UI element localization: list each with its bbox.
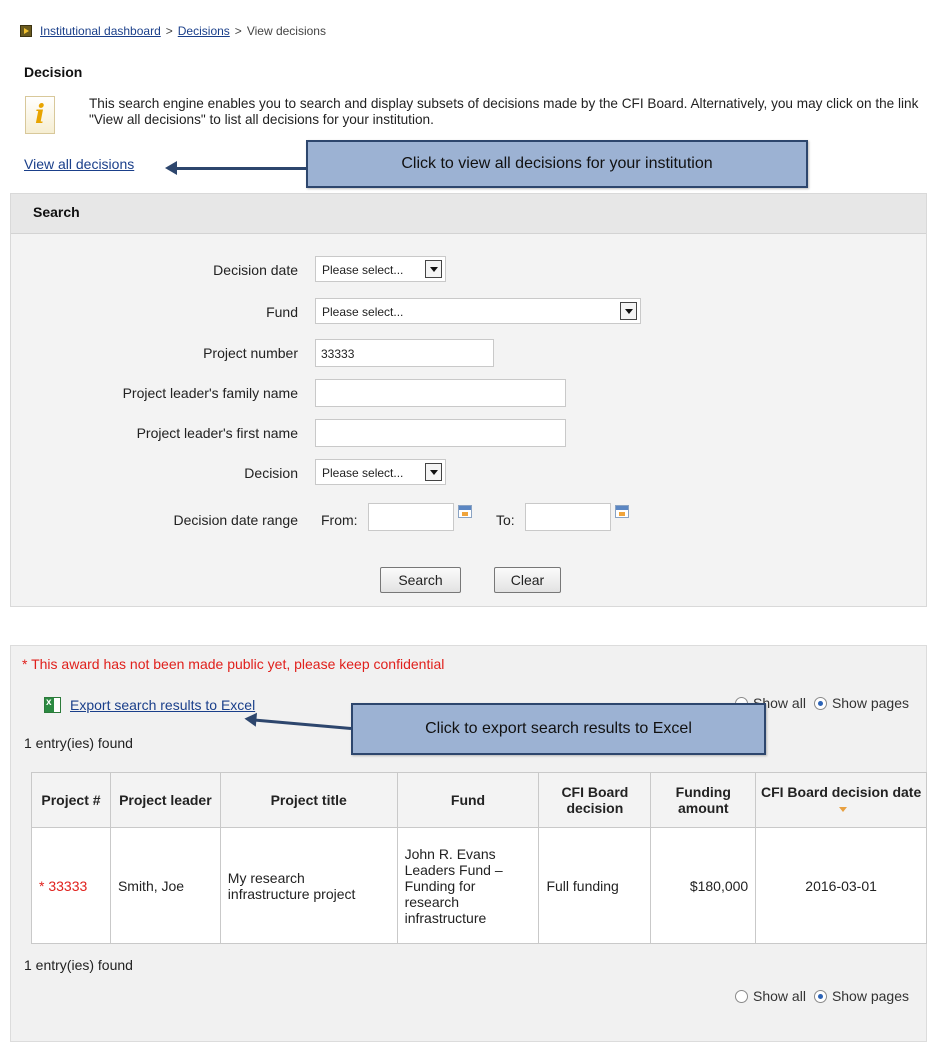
decision-label: Decision bbox=[244, 465, 298, 481]
view-options-bottom: Show all Show pages bbox=[735, 988, 909, 1004]
chevron-down-icon[interactable] bbox=[425, 260, 442, 278]
decision-date-label: Decision date bbox=[213, 262, 298, 278]
chevron-down-icon[interactable] bbox=[620, 302, 637, 320]
cell-amount: $180,000 bbox=[650, 827, 757, 944]
calendar-icon[interactable] bbox=[458, 505, 472, 518]
project-number-value: 33333 bbox=[48, 877, 88, 894]
show-pages-label: Show pages bbox=[831, 695, 909, 711]
confidential-note: * This award has not been made public ye… bbox=[22, 656, 445, 672]
first-name-label: Project leader's first name bbox=[136, 425, 298, 441]
family-name-label: Project leader's family name bbox=[122, 385, 298, 401]
chevron-down-icon[interactable] bbox=[425, 463, 442, 481]
info-icon: i bbox=[25, 96, 55, 134]
breadcrumb-decisions[interactable]: Decisions bbox=[178, 24, 230, 38]
breadcrumb-separator: > bbox=[234, 24, 242, 38]
column-header-fund[interactable]: Fund bbox=[396, 772, 540, 828]
callout-arrow bbox=[165, 161, 306, 175]
show-all-label: Show all bbox=[753, 988, 806, 1004]
cell-project-number[interactable]: * 33333 bbox=[31, 827, 111, 944]
search-button[interactable]: Search bbox=[380, 567, 461, 593]
export-to-excel-link[interactable]: Export search results to Excel bbox=[70, 697, 255, 713]
cell-title: My research infrastructure project bbox=[219, 827, 398, 944]
from-date-input[interactable] bbox=[368, 503, 454, 531]
cell-date: 2016-03-01 bbox=[755, 827, 927, 944]
first-name-input[interactable] bbox=[315, 419, 566, 447]
show-pages-radio[interactable] bbox=[813, 989, 827, 1003]
callout-export: Click to export search results to Excel bbox=[351, 703, 766, 755]
to-label: To: bbox=[496, 512, 515, 528]
date-range-label: Decision date range bbox=[173, 512, 298, 528]
confidential-marker: * bbox=[39, 877, 45, 894]
cell-decision: Full funding bbox=[538, 827, 652, 944]
breadcrumb-current: View decisions bbox=[246, 24, 326, 38]
decision-date-select[interactable]: Please select... bbox=[315, 256, 446, 282]
search-header: Search bbox=[11, 194, 926, 234]
entry-count-top: 1 entry(ies) found bbox=[24, 735, 133, 751]
to-date-input[interactable] bbox=[525, 503, 611, 531]
show-pages-label: Show pages bbox=[831, 988, 909, 1004]
project-number-input[interactable]: 33333 bbox=[315, 339, 494, 367]
family-name-input[interactable] bbox=[315, 379, 566, 407]
clear-button[interactable]: Clear bbox=[494, 567, 561, 593]
column-header-project-title[interactable]: Project title bbox=[219, 772, 398, 828]
cell-leader: Smith, Joe bbox=[109, 827, 221, 944]
column-header-project-leader[interactable]: Project leader bbox=[109, 772, 221, 828]
breadcrumb-arrow-icon bbox=[20, 25, 32, 37]
show-all-radio[interactable] bbox=[735, 989, 749, 1003]
decision-date-value: Please select... bbox=[322, 263, 404, 277]
decision-date-header-label: CFI Board decision date bbox=[760, 784, 922, 800]
breadcrumb: Institutional dashboard > Decisions > Vi… bbox=[20, 24, 326, 38]
fund-select[interactable]: Please select... bbox=[315, 298, 641, 324]
cell-fund: John R. Evans Leaders Fund – Funding for… bbox=[396, 827, 540, 944]
column-header-project-number[interactable]: Project # bbox=[31, 772, 111, 828]
project-number-label: Project number bbox=[203, 345, 298, 361]
calendar-icon[interactable] bbox=[615, 505, 629, 518]
results-table: Project # Project leader Project title F… bbox=[31, 772, 927, 944]
excel-icon[interactable] bbox=[44, 697, 61, 713]
column-header-decision-date[interactable]: CFI Board decision date bbox=[755, 772, 927, 828]
callout-view-all: Click to view all decisions for your ins… bbox=[306, 140, 808, 188]
entry-count-bottom: 1 entry(ies) found bbox=[24, 957, 133, 973]
breadcrumb-institutional-dashboard[interactable]: Institutional dashboard bbox=[40, 24, 161, 38]
table-row: * 33333 Smith, Joe My research infrastru… bbox=[31, 827, 927, 944]
fund-value: Please select... bbox=[322, 305, 404, 319]
sort-descending-icon[interactable] bbox=[838, 806, 847, 812]
show-pages-radio[interactable] bbox=[813, 696, 827, 710]
page-title: Decision bbox=[24, 64, 83, 80]
breadcrumb-separator: > bbox=[165, 24, 173, 38]
view-all-decisions-link[interactable]: View all decisions bbox=[24, 156, 134, 172]
from-label: From: bbox=[321, 512, 358, 528]
column-header-board-decision[interactable]: CFI Board decision bbox=[538, 772, 652, 828]
decision-value: Please select... bbox=[322, 466, 404, 480]
table-header-row: Project # Project leader Project title F… bbox=[31, 772, 927, 828]
info-text: This search engine enables you to search… bbox=[89, 96, 919, 127]
fund-label: Fund bbox=[266, 304, 298, 320]
decision-select[interactable]: Please select... bbox=[315, 459, 446, 485]
column-header-funding-amount[interactable]: Funding amount bbox=[650, 772, 757, 828]
